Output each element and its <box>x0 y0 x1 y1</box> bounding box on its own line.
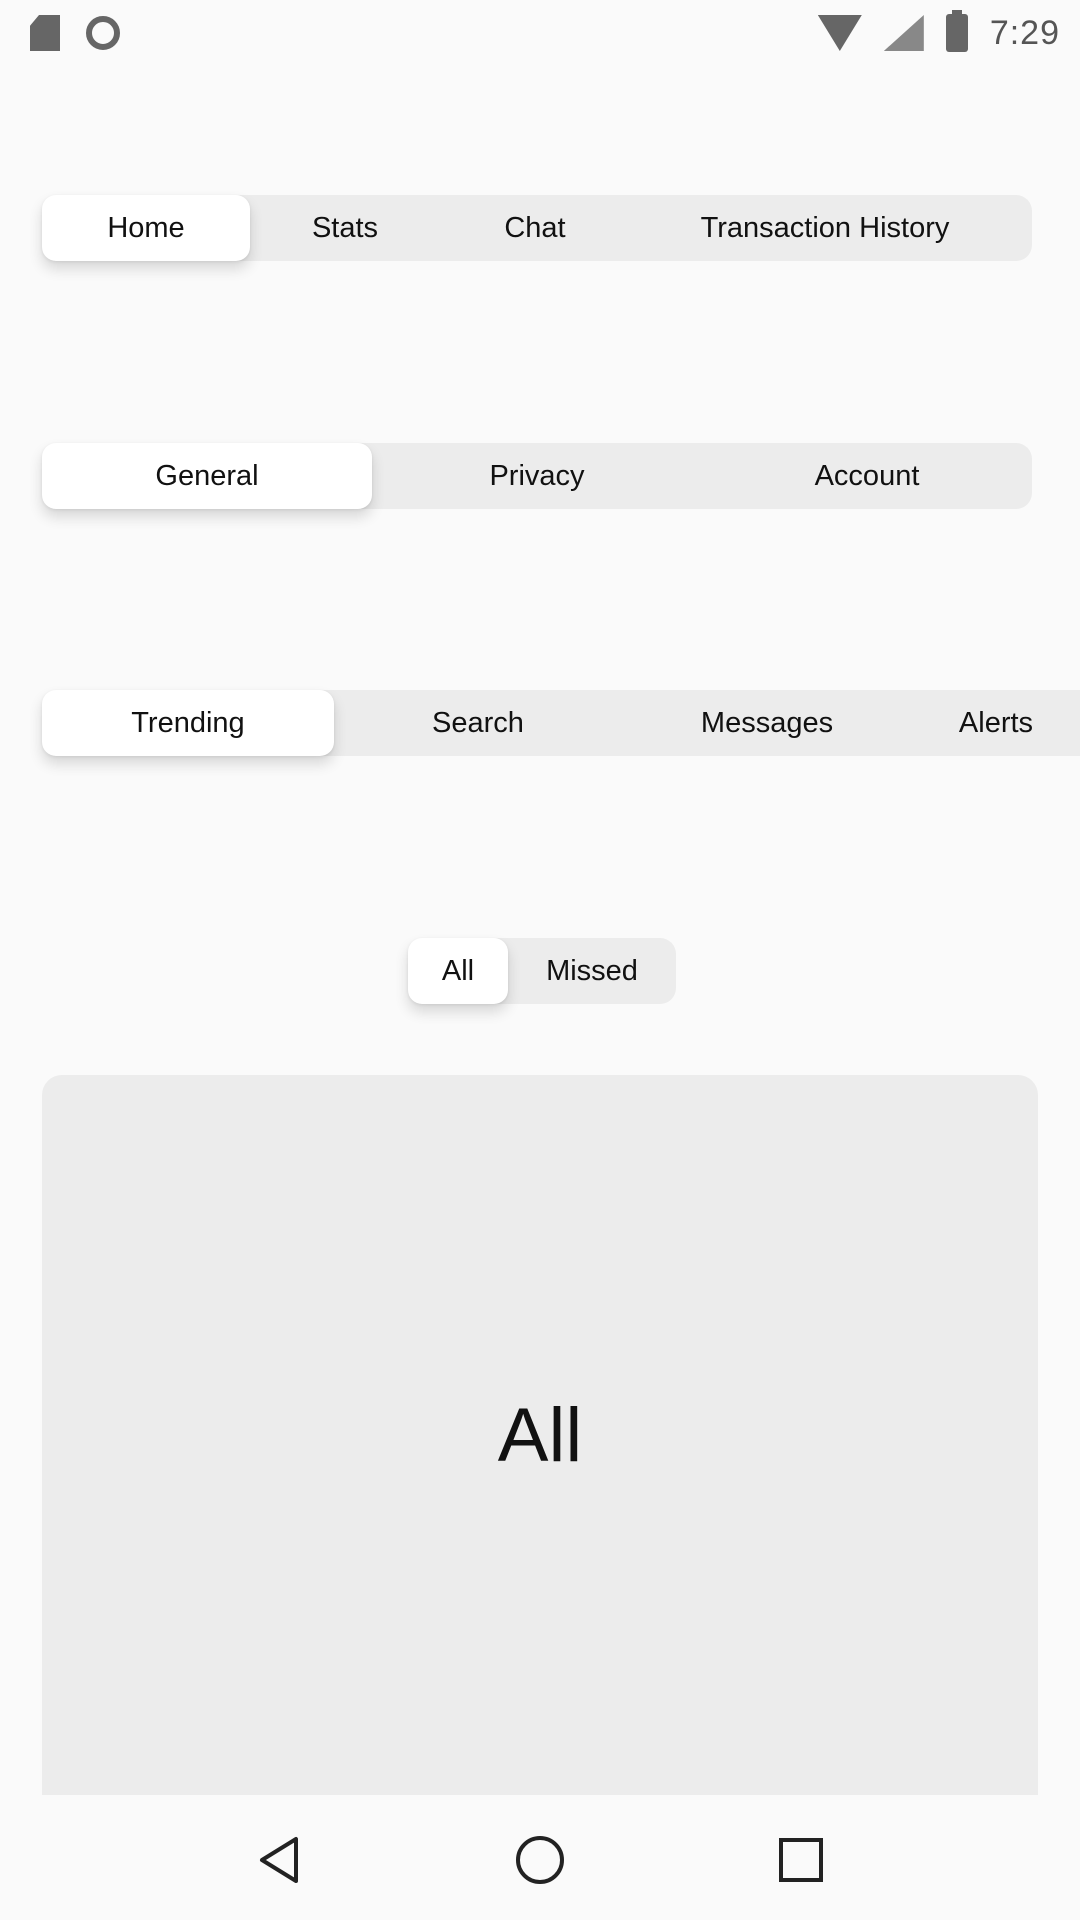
segmented-control-settings: General Privacy Account <box>42 443 1032 509</box>
sd-card-icon <box>30 15 60 51</box>
segment-missed[interactable]: Missed <box>508 938 676 1004</box>
segment-messages[interactable]: Messages <box>622 690 912 756</box>
content-label: All <box>497 1392 583 1478</box>
segment-stats[interactable]: Stats <box>250 195 440 261</box>
sync-ring-icon <box>86 16 120 50</box>
segment-alerts[interactable]: Alerts <box>912 690 1080 756</box>
wifi-icon <box>817 15 862 51</box>
back-icon[interactable] <box>256 1835 302 1885</box>
segmented-control-feed: Trending Search Messages Alerts <box>42 690 1080 756</box>
segment-trending[interactable]: Trending <box>42 690 334 756</box>
recents-icon[interactable] <box>778 1837 824 1883</box>
status-time: 7:29 <box>989 13 1060 52</box>
segment-search[interactable]: Search <box>334 690 622 756</box>
segment-privacy[interactable]: Privacy <box>372 443 702 509</box>
segmented-control-calls: All Missed <box>408 938 676 1004</box>
segment-home[interactable]: Home <box>42 195 250 261</box>
system-nav-bar <box>0 1800 1080 1920</box>
status-bar: 7:29 <box>0 0 1080 66</box>
cell-signal-icon <box>883 15 924 51</box>
battery-icon <box>945 10 968 52</box>
segment-account[interactable]: Account <box>702 443 1032 509</box>
home-icon[interactable] <box>514 1834 566 1886</box>
segment-transaction-history[interactable]: Transaction History <box>630 195 1020 261</box>
segmented-control-main-nav: Home Stats Chat Transaction History <box>42 195 1032 261</box>
content-panel: All <box>42 1075 1038 1795</box>
segment-all[interactable]: All <box>408 938 508 1004</box>
segment-general[interactable]: General <box>42 443 372 509</box>
segment-chat[interactable]: Chat <box>440 195 630 261</box>
